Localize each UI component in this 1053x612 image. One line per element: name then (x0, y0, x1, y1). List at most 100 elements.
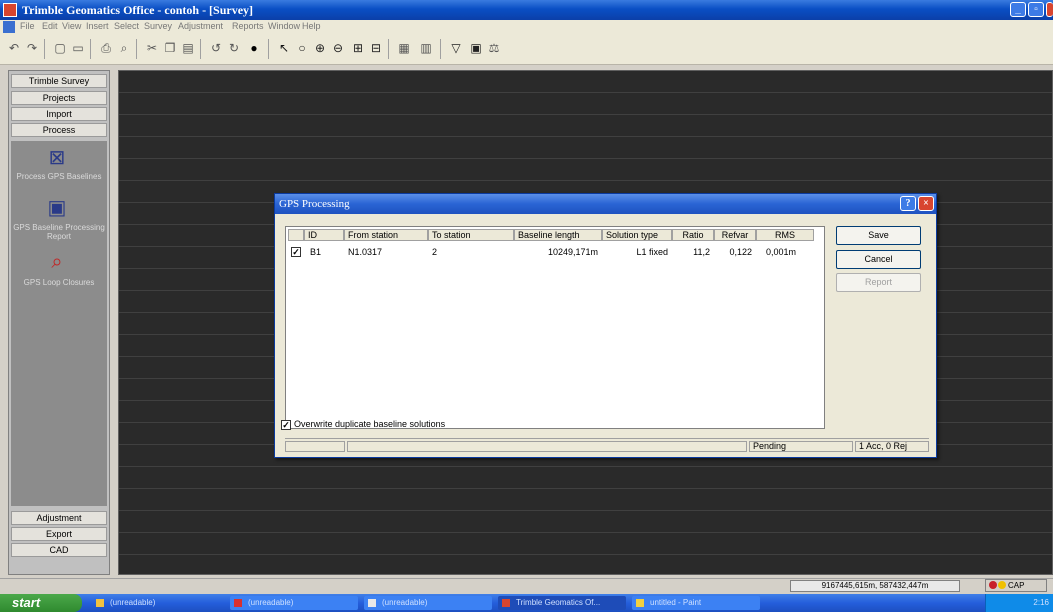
start-button[interactable]: start (0, 594, 82, 612)
taskbar-item-2[interactable]: (unreadable) (230, 596, 358, 610)
redo-icon[interactable]: ↷ (24, 40, 40, 56)
cell-from-station: N1.0317 (348, 247, 383, 257)
overwrite-option[interactable]: ✓ Overwrite duplicate baseline solutions (281, 418, 445, 430)
open-icon[interactable]: ▭ (70, 40, 86, 56)
window-titlebar: Trimble Geomatics Office - contoh - [Sur… (0, 0, 1053, 20)
column-header-check (288, 229, 304, 241)
report-button[interactable]: Report (836, 273, 921, 292)
save-button[interactable]: Save (836, 226, 921, 245)
sidebar-item-export[interactable]: Export (11, 527, 107, 541)
menu-adjustment[interactable]: Adjustment (178, 21, 223, 31)
process-gps-label[interactable]: Process GPS Baselines (11, 172, 107, 181)
menu-file[interactable]: File (20, 21, 35, 31)
menu-edit[interactable]: Edit (42, 21, 58, 31)
windows-taskbar: start (unreadable) (unreadable) (unreada… (0, 594, 1053, 612)
cap-indicator: CAP (1008, 581, 1025, 590)
sidebar-item-projects[interactable]: Projects (11, 91, 107, 105)
clock[interactable]: 2:16 (1033, 598, 1049, 607)
info-icon[interactable]: ● (246, 40, 262, 56)
sidebar-item-import[interactable]: Import (11, 107, 107, 121)
taskbar-item-trimble[interactable]: Trimble Geomatics Of... (498, 596, 626, 610)
column-header-length[interactable]: Baseline length (514, 229, 602, 241)
report-icon[interactable]: ▣ (46, 197, 68, 219)
cell-rms: 0,001m (766, 247, 797, 257)
system-tray: 2:16 (985, 594, 1053, 612)
cell-id: B1 (310, 247, 322, 257)
filter-icon[interactable]: ▽ (448, 40, 464, 56)
properties-icon[interactable]: ▣ (468, 40, 484, 56)
copy-icon[interactable]: ❐ (162, 40, 178, 56)
overwrite-label: Overwrite duplicate baseline solutions (294, 419, 446, 429)
paste-icon[interactable]: ▤ (180, 40, 196, 56)
zoom-in-icon[interactable]: ⊕ (312, 40, 328, 56)
overwrite-checkbox[interactable]: ✓ (281, 419, 291, 430)
column-header-from[interactable]: From station (344, 229, 428, 241)
trimble-survey-sidebar: Trimble Survey Projects Import Process ⊠… (8, 70, 110, 575)
pan-icon[interactable]: ○ (294, 40, 310, 56)
print-preview-icon[interactable]: ⌕ (116, 40, 132, 56)
column-header-to[interactable]: To station (428, 229, 514, 241)
menu-view[interactable]: View (62, 21, 81, 31)
loop-closure-icon[interactable]: ⌕ (46, 251, 68, 273)
status-light-icon (998, 581, 1006, 589)
close-button[interactable] (1046, 2, 1053, 17)
taskbar-item-paint[interactable]: untitled - Paint (632, 596, 760, 610)
sidebar-header-trimble-survey[interactable]: Trimble Survey (11, 74, 107, 88)
zoom-window-icon[interactable]: ⊞ (350, 40, 366, 56)
cancel-button[interactable]: Cancel (836, 250, 921, 269)
grid-icon[interactable]: ▦ (396, 40, 412, 56)
coordinate-readout: 9167445,615m, 587432,447m (790, 580, 960, 592)
menu-insert[interactable]: Insert (86, 21, 109, 31)
table-icon[interactable]: ▥ (418, 40, 434, 56)
toolbar-separator (200, 39, 201, 59)
toolbar-separator (440, 39, 441, 59)
process-gps-icon[interactable]: ⊠ (46, 147, 68, 169)
menu-help[interactable]: Help (302, 21, 321, 31)
record-icon (989, 581, 997, 589)
column-header-rms[interactable]: RMS (756, 229, 814, 241)
gps-processing-dialog: GPS Processing ? × ID From station To st… (274, 193, 937, 458)
taskbar-item-3[interactable]: (unreadable) (364, 596, 492, 610)
zoom-extents-icon[interactable]: ⊟ (368, 40, 384, 56)
sidebar-item-adjustment[interactable]: Adjustment (11, 511, 107, 525)
taskbar-item-1[interactable]: (unreadable) (92, 596, 212, 610)
trimble-icon (502, 599, 510, 607)
menu-reports[interactable]: Reports (232, 21, 264, 31)
cell-ratio: 11,2 (693, 247, 710, 257)
sidebar-item-cad[interactable]: CAD (11, 543, 107, 557)
column-header-solution[interactable]: Solution type (602, 229, 672, 241)
select-icon[interactable]: ↖ (276, 40, 292, 56)
menu-survey[interactable]: Survey (144, 21, 172, 31)
row-checkbox[interactable]: ✓ (291, 247, 301, 257)
help-button[interactable]: ? (900, 196, 916, 211)
undo2-icon[interactable]: ↺ (208, 40, 224, 56)
undo-icon[interactable]: ↶ (6, 40, 22, 56)
minimize-button[interactable]: _ (1010, 2, 1026, 17)
loop-closure-label[interactable]: GPS Loop Closures (11, 278, 107, 287)
cell-refvar: 0,122 (729, 247, 752, 257)
cut-icon[interactable]: ✂ (144, 40, 160, 56)
dialog-close-button[interactable]: × (918, 196, 934, 211)
print-icon[interactable]: ⎙ (98, 40, 114, 56)
maximize-button[interactable]: ▫ (1028, 2, 1044, 17)
new-icon[interactable]: ▢ (52, 40, 68, 56)
scale-icon[interactable]: ⚖ (486, 40, 502, 56)
column-header-ratio[interactable]: Ratio (672, 229, 714, 241)
document-icon (3, 21, 15, 33)
zoom-out-icon[interactable]: ⊖ (330, 40, 346, 56)
column-header-refvar[interactable]: Refvar (714, 229, 756, 241)
status-panel-empty (285, 441, 345, 452)
redo2-icon[interactable]: ↻ (226, 40, 242, 56)
toolbar: ↶ ↷ ▢ ▭ ⎙ ⌕ ✂ ❐ ▤ ↺ ↻ ● ↖ ○ ⊕ ⊖ ⊞ ⊟ ▦ ▥ … (0, 34, 1053, 65)
baseline-report-label[interactable]: GPS Baseline Processing Report (11, 223, 107, 241)
folder-icon (96, 599, 104, 607)
status-pending: Pending (749, 441, 853, 452)
sidebar-item-process[interactable]: Process (11, 123, 107, 137)
menu-bar: File Edit View Insert Select Survey Adju… (0, 20, 1053, 34)
menu-select[interactable]: Select (114, 21, 139, 31)
menu-window[interactable]: Window (268, 21, 300, 31)
toolbar-separator (90, 39, 91, 59)
status-panel-empty-2 (347, 441, 747, 452)
column-header-id[interactable]: ID (304, 229, 344, 241)
cell-baseline-length: 10249,171m (547, 247, 598, 257)
